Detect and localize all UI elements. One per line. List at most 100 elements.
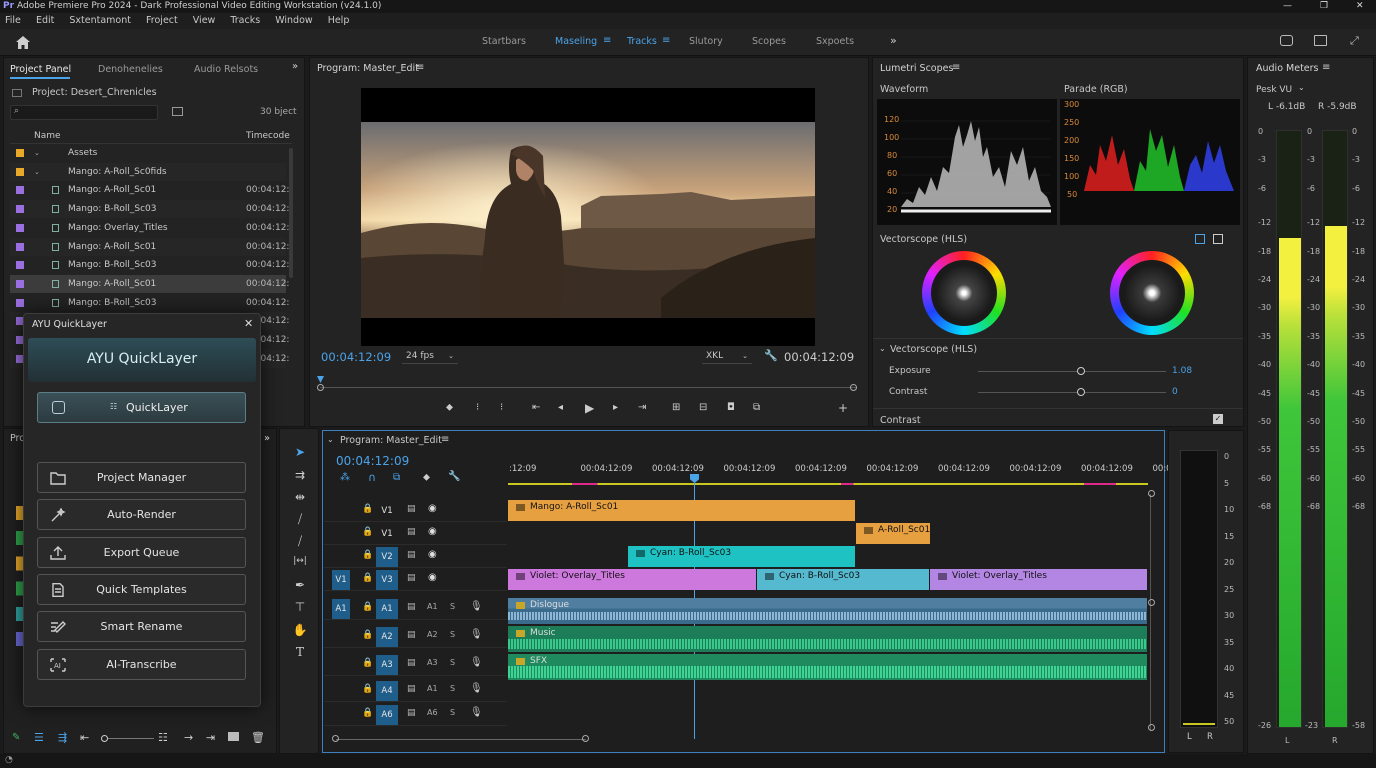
project-item-row[interactable]: Mango: A-Roll_Sc01 00:04:12: <box>10 274 289 293</box>
column-name[interactable]: Name <box>34 131 61 141</box>
microphone-icon[interactable]: 🎙 <box>470 707 483 718</box>
microphone-icon[interactable]: 🎙 <box>470 657 483 668</box>
project-search-input[interactable]: ⌕ <box>10 105 158 120</box>
exposure-slider[interactable] <box>978 367 1166 375</box>
in-point-handle[interactable] <box>317 384 324 391</box>
linked-selection-icon[interactable]: ⧉ <box>393 472 400 483</box>
workspace-tab-scopes[interactable]: Scopes <box>752 36 786 47</box>
vectorscope-expand-icon[interactable] <box>1213 234 1223 244</box>
source-patch-v1[interactable]: V1 <box>332 570 350 590</box>
menu-window[interactable]: Window <box>275 15 312 26</box>
menu-edit[interactable]: Edit <box>36 15 54 26</box>
timeline-settings-icon[interactable]: 🔧 <box>448 471 460 482</box>
marker-icon[interactable]: ⬥ <box>423 472 430 483</box>
sync-lock-icon[interactable]: ▤ <box>407 573 416 583</box>
menu-help[interactable]: Help <box>328 15 350 26</box>
timeline-timecode[interactable]: 00:04:12:09 <box>336 454 409 468</box>
pencil-icon[interactable]: ✎ <box>12 732 20 743</box>
rate-stretch-tool-icon[interactable]: |↔| <box>292 556 308 570</box>
exposure-value[interactable]: 1.08 <box>1172 366 1192 376</box>
nest-icon[interactable]: ⁂ <box>340 472 350 483</box>
icon-view-icon[interactable]: ⇶ <box>58 731 67 744</box>
fps-dropdown[interactable]: 24 fps ⌄ <box>402 349 458 364</box>
contrast-slider[interactable] <box>978 388 1166 396</box>
section-chevron-icon[interactable]: ⌄ <box>879 344 886 353</box>
chevron-down-icon[interactable]: ⌄ <box>1298 83 1305 92</box>
export-frame-icon[interactable]: ◘ <box>727 402 735 413</box>
comparison-view-icon[interactable]: ⧉ <box>753 402 760 413</box>
microphone-icon[interactable]: 🎙 <box>470 683 483 694</box>
clip-mango-a-roll[interactable]: Mango: A-Roll_Sc01 <box>508 500 855 521</box>
snap-icon[interactable]: ∩ <box>368 471 376 484</box>
sync-lock-icon[interactable]: ▤ <box>407 684 416 694</box>
lock-icon[interactable]: 🔒 <box>362 573 373 583</box>
hand-tool-icon[interactable]: ✋ <box>292 623 308 637</box>
meter-mode-dropdown[interactable]: Pesk VU <box>1256 85 1292 95</box>
project-scrollbar[interactable] <box>289 148 293 278</box>
export-queue-button[interactable]: Export Queue <box>37 537 246 568</box>
workspace-tab-tracks[interactable]: Tracks <box>627 36 657 47</box>
more-workspaces-icon[interactable]: » <box>890 34 897 47</box>
audio-clip-sfx[interactable]: SFX <box>508 654 1147 680</box>
ai-transcribe-button[interactable]: AI AI-Transcribe <box>37 649 246 680</box>
source-patch-a1[interactable]: A1 <box>332 599 350 619</box>
lock-icon[interactable]: 🔒 <box>362 504 373 514</box>
workspace-menu-icon[interactable]: ≡ <box>662 35 670 46</box>
contrast-value[interactable]: 0 <box>1172 387 1178 397</box>
audio-clip-dialogue[interactable]: Dislogue <box>508 598 1147 624</box>
lock-icon[interactable]: 🔒 <box>362 658 373 668</box>
project-item-row[interactable]: Mango: A-Roll_Sc01 00:04:12: <box>10 181 289 199</box>
panel-overflow-icon[interactable]: » <box>292 61 298 72</box>
timeline-collapse-icon[interactable]: ⌄ <box>327 435 334 444</box>
expand-icon[interactable]: ⤢ <box>1350 34 1359 48</box>
project-item-row[interactable]: Mango: B-Roll_Sc03 00:04:12: <box>10 294 289 312</box>
extract-icon[interactable]: ⊟ <box>699 402 707 413</box>
project-item-row[interactable]: Mango: A-Roll_Sc01 00:04:12: <box>10 237 289 256</box>
zoom-slider-thumb[interactable] <box>101 735 108 742</box>
minimize-button[interactable]: — <box>1283 0 1292 13</box>
track-name-a6[interactable]: A6 <box>376 705 398 725</box>
sync-lock-icon[interactable]: ▤ <box>407 602 416 612</box>
find-icon[interactable]: ⇥ <box>206 731 215 744</box>
track-name-a2[interactable]: A2 <box>376 627 398 647</box>
project-item-row[interactable]: ⌄ Mango: A-Roll_Sc0fids <box>10 162 286 181</box>
eye-icon[interactable]: ◉ <box>428 572 437 583</box>
step-forward-icon[interactable]: ▸ <box>613 402 618 413</box>
h-scroll-handle-right[interactable] <box>582 735 589 742</box>
track-name-v2[interactable]: V2 <box>376 547 398 567</box>
menu-project[interactable]: Froject <box>146 15 178 26</box>
solo-button[interactable]: S <box>450 602 455 611</box>
track-name-a3[interactable]: A3 <box>376 655 398 675</box>
lock-icon[interactable]: 🔒 <box>362 630 373 640</box>
solo-button[interactable]: S <box>450 630 455 639</box>
menu-file[interactable]: File <box>5 15 21 26</box>
tools-overflow-icon[interactable]: » <box>264 433 270 444</box>
eye-icon[interactable]: ◉ <box>428 503 437 514</box>
vectorscope-settings-icon[interactable] <box>1195 234 1205 244</box>
disclosure-chevron-icon[interactable]: ⌄ <box>34 144 40 162</box>
mark-out-icon[interactable]: ⁝ <box>500 402 503 413</box>
track-name-a4[interactable]: A4 <box>376 681 398 701</box>
sync-lock-icon[interactable]: ▤ <box>407 527 416 537</box>
contrast-section-label[interactable]: Contrast <box>880 415 921 426</box>
workspace-tab-slutory[interactable]: Slutory <box>689 36 723 47</box>
track-select-tool-icon[interactable]: ⇉ <box>292 468 308 482</box>
rectangle-tool-icon[interactable]: ⊤ <box>292 600 308 614</box>
chat-icon[interactable] <box>1280 35 1293 46</box>
microphone-icon[interactable]: 🎙 <box>470 601 483 612</box>
smart-rename-button[interactable]: Smart Rename <box>37 611 246 642</box>
h-scroll-handle-left[interactable] <box>332 735 339 742</box>
go-to-out-icon[interactable]: ⇥ <box>638 402 646 413</box>
trash-icon[interactable]: 🗑 <box>251 731 265 744</box>
lock-icon[interactable]: 🔒 <box>362 708 373 718</box>
home-icon[interactable] <box>16 36 30 49</box>
project-manager-button[interactable]: Project Manager <box>37 462 246 493</box>
zoom-slider[interactable] <box>101 735 154 742</box>
column-timecode[interactable]: Timecode <box>246 131 290 141</box>
clip-violet-overlay-2[interactable]: Violet: Overlay_Titles <box>930 569 1147 590</box>
razor-tool-icon[interactable]: ⧸ <box>292 512 308 526</box>
workspace-tab-sxpoets[interactable]: Sxpoets <box>816 36 854 47</box>
tab-project-panel[interactable]: Project Panel <box>10 64 71 75</box>
close-button[interactable]: ✕ <box>1356 0 1364 13</box>
auto-render-button[interactable]: Auto-Render <box>37 499 246 530</box>
